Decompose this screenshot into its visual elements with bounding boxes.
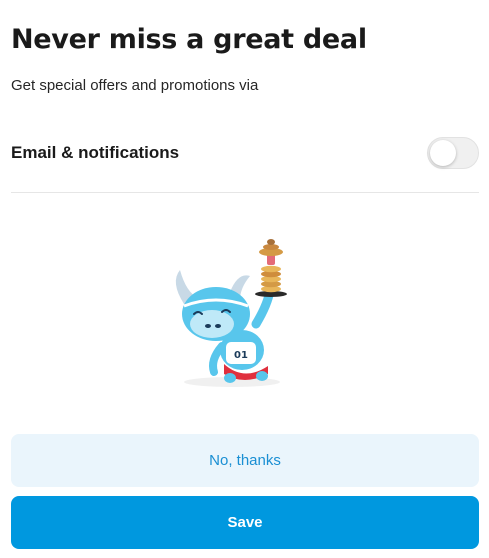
divider <box>11 192 479 193</box>
save-button[interactable]: Save <box>11 496 479 549</box>
email-notifications-toggle[interactable] <box>427 137 479 169</box>
email-notifications-label: Email & notifications <box>11 143 180 162</box>
mascot-illustration: 01 <box>175 239 287 387</box>
jersey-number: 01 <box>234 350 248 361</box>
no-thanks-button[interactable]: No, thanks <box>11 434 479 487</box>
page-title: Never miss a great deal <box>11 24 367 55</box>
toggle-knob <box>430 140 456 166</box>
email-notifications-row: Email & notifications <box>11 134 479 172</box>
page-subtitle: Get special offers and promotions via <box>11 77 259 94</box>
